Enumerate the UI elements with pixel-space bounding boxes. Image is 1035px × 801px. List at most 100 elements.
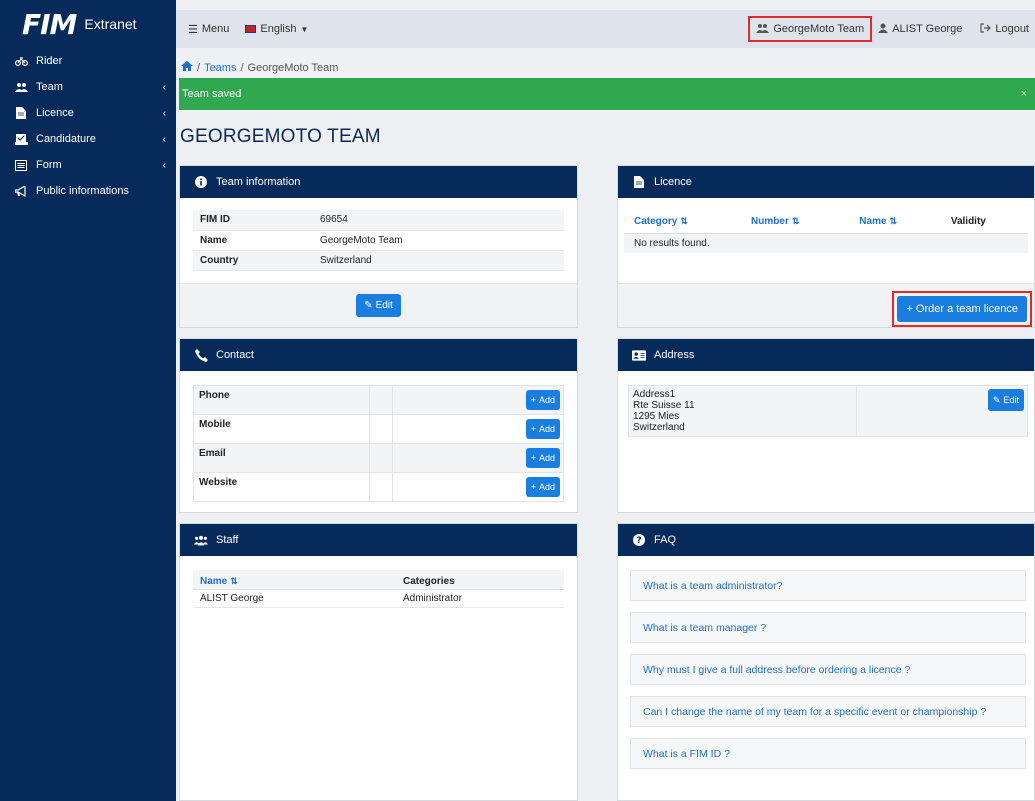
sort-icon: ⇅	[230, 576, 238, 586]
contact-actions: + Add	[392, 414, 564, 444]
sidebar-item-label: Team	[36, 81, 63, 93]
panel-header: ? FAQ	[618, 524, 1034, 556]
phone-icon	[194, 348, 208, 362]
edit-team-button[interactable]: ✎ Edit	[356, 294, 401, 317]
logout-button[interactable]: Logout	[974, 16, 1035, 42]
column-validity: Validity	[940, 210, 1028, 234]
table-row[interactable]: ALIST George Administrator	[193, 589, 564, 608]
faq-item[interactable]: What is a team manager ?	[630, 612, 1026, 643]
users-icon	[194, 535, 208, 546]
team-switch-button[interactable]: GeorgeMoto Team	[748, 16, 873, 42]
file-icon	[14, 107, 28, 119]
plus-icon: +	[906, 303, 913, 315]
staff-name: ALIST George	[193, 589, 396, 608]
column-name[interactable]: Name ⇅	[193, 570, 396, 590]
order-team-licence-button[interactable]: + Order a team licence	[897, 296, 1027, 322]
close-icon[interactable]: ×	[1021, 88, 1027, 100]
panel-title: FAQ	[654, 534, 677, 546]
table-header-row: Category ⇅ Number ⇅ Name ⇅ Validity	[624, 210, 1028, 234]
table-header-row: Name ⇅ Categories	[193, 570, 564, 590]
panel-title: Licence	[654, 176, 692, 188]
sidebar-item-public-informations[interactable]: Public informations	[0, 178, 176, 204]
contact-cell	[369, 385, 393, 415]
contact-key: Website	[193, 472, 370, 502]
edit-label: Edit	[375, 300, 393, 311]
sidebar-item-licence[interactable]: Licence ‹	[0, 100, 176, 126]
contact-cell	[369, 472, 393, 502]
address-table: Address1 Rte Suisse 11 1295 Mies Switzer…	[628, 385, 1028, 437]
topbar-right: GeorgeMoto Team ALIST George Logout	[748, 10, 1035, 48]
contact-table: Phone + Add Mobile + Add Email + Add Web…	[193, 385, 564, 502]
user-menu[interactable]: ALIST George	[872, 16, 968, 42]
staff-category: Administrator	[396, 589, 564, 608]
logout-label: Logout	[995, 23, 1029, 35]
order-label: Order a team licence	[915, 303, 1018, 315]
panel-title: Address	[654, 349, 695, 361]
home-icon[interactable]	[181, 61, 193, 74]
sidebar-item-candidature[interactable]: Candidature ‹	[0, 126, 176, 152]
contact-key: Phone	[193, 385, 370, 415]
licence-table: Category ⇅ Number ⇅ Name ⇅ Validity No resu…	[624, 210, 1028, 253]
users-icon	[756, 23, 770, 36]
info-key: FIM ID	[193, 210, 313, 231]
caret-down-icon: ▼	[300, 24, 309, 34]
sort-icon: ⇅	[791, 216, 800, 226]
address-cell: Address1 Rte Suisse 11 1295 Mies Switzer…	[628, 385, 857, 437]
info-value: 69654	[313, 210, 564, 231]
sign-out-icon	[980, 22, 992, 36]
contact-actions: + Add	[392, 443, 564, 473]
table-row: Address1 Rte Suisse 11 1295 Mies Switzer…	[628, 385, 1028, 437]
add-phone-button[interactable]: + Add	[525, 390, 560, 410]
panel-header: Team information	[180, 166, 577, 198]
language-label: English	[260, 23, 297, 35]
sidebar-item-team[interactable]: Team ‹	[0, 74, 176, 100]
empty-message: No results found.	[624, 233, 1028, 253]
faq-item[interactable]: What is a team administrator?	[630, 570, 1026, 601]
add-email-button[interactable]: + Add	[525, 448, 560, 468]
contact-cell	[369, 414, 393, 444]
plus-icon: +	[530, 424, 536, 434]
topbar: ☰ Menu English ▼ GeorgeMoto Team ALIST G…	[176, 10, 1035, 48]
menu-button[interactable]: ☰ Menu	[188, 23, 229, 36]
add-website-button[interactable]: + Add	[525, 477, 560, 497]
info-value: GeorgeMoto Team	[313, 230, 564, 251]
language-dropdown[interactable]: English ▼	[245, 23, 308, 35]
table-row: Mobile + Add	[193, 414, 564, 444]
breadcrumb-teams-link[interactable]: Teams	[204, 62, 236, 74]
faq-item[interactable]: Why must I give a full address before or…	[630, 654, 1026, 685]
sidebar-item-form[interactable]: Form ‹	[0, 152, 176, 178]
column-number[interactable]: Number ⇅	[741, 210, 850, 234]
column-category[interactable]: Category ⇅	[624, 210, 742, 234]
fim-logo: FIM	[22, 7, 77, 41]
contact-key: Mobile	[193, 414, 370, 444]
page-title: GEORGEMOTO TEAM	[180, 126, 381, 147]
brand-text: Extranet	[84, 16, 137, 32]
add-mobile-button[interactable]: + Add	[525, 419, 560, 439]
faq-item[interactable]: What is a FIM ID ?	[630, 738, 1026, 769]
panel-header: Staff	[180, 524, 577, 556]
pencil-icon: ✎	[992, 394, 1001, 405]
info-circle-icon	[194, 176, 208, 188]
panel-header: Address	[618, 339, 1034, 371]
sidebar-item-label: Candidature	[36, 133, 96, 145]
panel-title: Staff	[216, 534, 239, 546]
panel-footer: + Order a team licence	[618, 283, 1034, 327]
edit-address-button[interactable]: ✎ Edit	[987, 389, 1024, 411]
menu-label: Menu	[201, 23, 230, 35]
column-categories: Categories	[396, 570, 564, 590]
breadcrumb-current: GeorgeMoto Team	[247, 61, 339, 74]
column-name[interactable]: Name ⇅	[849, 210, 941, 234]
sort-icon: ⇅	[680, 216, 688, 226]
contact-cell	[369, 443, 393, 473]
plus-icon: +	[530, 453, 536, 463]
address-line: Address1	[633, 389, 676, 400]
question-circle-icon: ?	[632, 534, 646, 546]
table-row: Country Switzerland	[193, 250, 564, 271]
contact-actions: + Add	[392, 385, 564, 415]
faq-item[interactable]: Can I change the name of my team for a s…	[630, 696, 1026, 727]
brand[interactable]: FIM Extranet	[0, 0, 176, 48]
address-card-icon	[632, 349, 646, 361]
panel-title: Team information	[216, 176, 301, 188]
sidebar-item-rider[interactable]: Rider	[0, 48, 176, 74]
info-key: Country	[193, 250, 313, 271]
